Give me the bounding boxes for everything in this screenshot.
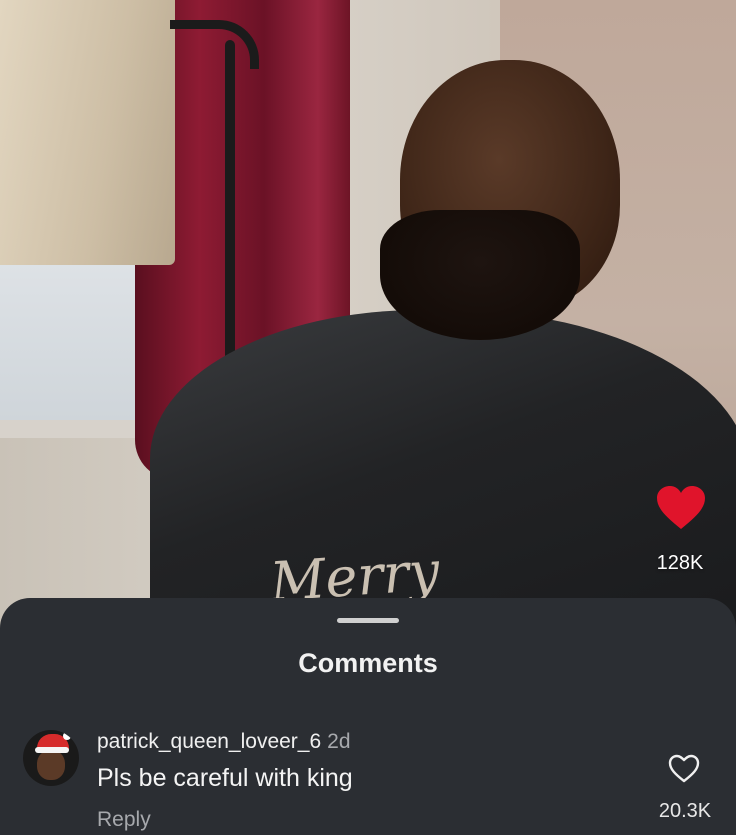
avatar[interactable] xyxy=(23,730,79,786)
comments-title: Comments xyxy=(298,648,438,678)
comment-time: 2d xyxy=(327,730,351,753)
person-beard xyxy=(380,210,580,340)
santa-hat-pom xyxy=(63,732,71,740)
comment-username[interactable]: patrick_queen_loveer_6 xyxy=(97,730,321,753)
comment-text: Pls be careful with king xyxy=(97,764,353,792)
reel-screen: Merry 128K Comments patrick_queen_loveer… xyxy=(0,0,736,835)
video-frame[interactable]: Merry xyxy=(0,0,736,640)
avatar-face xyxy=(37,750,65,780)
reply-button[interactable]: Reply xyxy=(97,808,151,832)
heart-filled-icon[interactable] xyxy=(655,485,707,531)
comment-header: patrick_queen_loveer_6 2d xyxy=(97,730,351,754)
santa-hat-brim xyxy=(35,747,69,753)
barber-cape xyxy=(150,310,736,640)
heart-outline-icon[interactable] xyxy=(668,754,700,784)
comments-sheet: Comments patrick_queen_loveer_6 2d Pls be… xyxy=(0,598,736,835)
comment-item: patrick_queen_loveer_6 2d Pls be careful … xyxy=(0,726,736,835)
sheet-drag-handle[interactable] xyxy=(337,618,399,623)
lamp-shade xyxy=(0,0,175,265)
post-like-count: 128K xyxy=(656,552,704,574)
comment-like-count: 20.3K xyxy=(658,800,712,822)
